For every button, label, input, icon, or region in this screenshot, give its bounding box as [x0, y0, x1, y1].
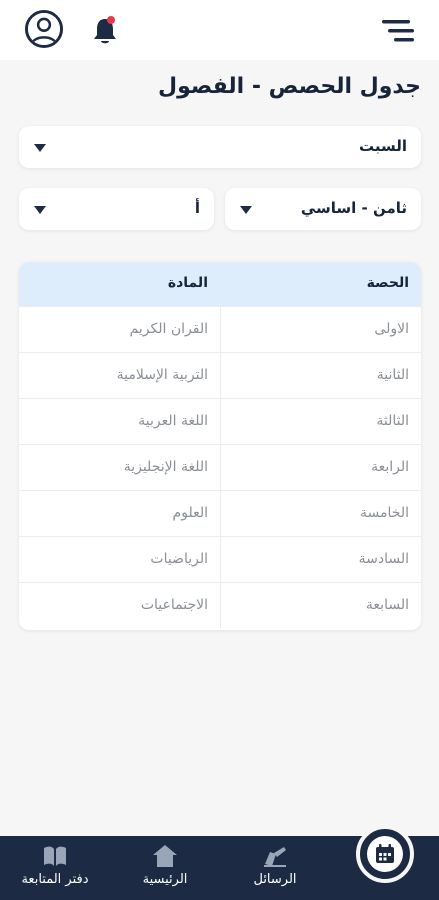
schedule-table: الحصة المادة الاولى القران الكريم الثاني…: [19, 262, 421, 630]
period-cell: الخامسة: [220, 491, 421, 536]
grade-select-value: ثامن - اساسي: [300, 199, 407, 217]
table-row: الرابعة اللغة الإنجليزية: [19, 444, 421, 490]
period-cell: السابعة: [220, 583, 421, 628]
subject-cell: العلوم: [172, 505, 208, 521]
table-row: السابعة الاجتماعيات: [19, 582, 421, 628]
period-cell: السادسة: [220, 537, 421, 582]
calendar-icon: [376, 844, 394, 863]
grade-select[interactable]: ثامن - اساسي: [225, 188, 421, 230]
nav-followup[interactable]: دفتر المتابعة: [10, 844, 100, 896]
menu-icon[interactable]: [382, 18, 414, 44]
table-row: الاولى القران الكريم: [19, 306, 421, 352]
profile-avatar-icon[interactable]: [25, 10, 63, 48]
subject-cell: اللغة الإنجليزية: [123, 459, 208, 475]
period-cell: الاولى: [220, 307, 421, 352]
nav-messages-label: الرسائل: [253, 872, 297, 887]
nav-home-label: الرئيسية: [142, 872, 188, 887]
subject-cell: الرياضيات: [150, 551, 208, 567]
subject-cell: اللغة العربية: [138, 413, 208, 429]
home-icon: [152, 844, 178, 868]
period-cell: الرابعة: [220, 445, 421, 490]
section-select[interactable]: أ: [19, 188, 214, 230]
period-column-header: الحصة: [366, 275, 409, 291]
write-icon: [262, 844, 288, 868]
fab-inner: [367, 836, 403, 872]
top-bar: [0, 0, 439, 60]
day-select[interactable]: السبت: [19, 126, 421, 168]
caret-down-icon: [33, 143, 47, 153]
book-icon: [42, 844, 68, 868]
schedule-fab-button[interactable]: [362, 831, 408, 877]
subject-cell: القران الكريم: [129, 321, 208, 337]
day-select-value: السبت: [358, 137, 407, 155]
table-header: الحصة المادة: [19, 262, 421, 306]
caret-down-icon: [33, 205, 47, 215]
nav-messages[interactable]: الرسائل: [230, 844, 320, 896]
subject-cell: الاجتماعيات: [140, 597, 208, 613]
table-row: السادسة الرياضيات: [19, 536, 421, 582]
table-row: الثالثة اللغة العربية: [19, 398, 421, 444]
period-cell: الثانية: [220, 353, 421, 398]
nav-followup-label: دفتر المتابعة: [21, 872, 89, 887]
nav-home[interactable]: الرئيسية: [120, 844, 210, 896]
table-row: الثانية التربية الإسلامية: [19, 352, 421, 398]
table-row: الخامسة العلوم: [19, 490, 421, 536]
subject-cell: التربية الإسلامية: [116, 367, 208, 383]
period-cell: الثالثة: [220, 399, 421, 444]
subject-column-header: المادة: [167, 275, 208, 291]
section-select-value: أ: [194, 199, 200, 217]
caret-down-icon: [239, 205, 253, 215]
bell-icon[interactable]: [90, 14, 120, 46]
page-title: جدول الحصص - الفصول: [158, 74, 421, 99]
